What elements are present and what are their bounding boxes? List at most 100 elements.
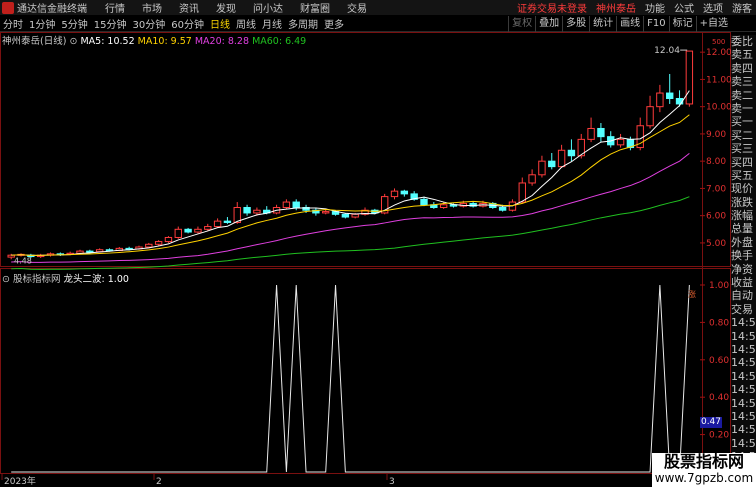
side-panel-item-29: 14:5: [731, 423, 756, 437]
side-panel-item-24: 14:5: [731, 356, 756, 370]
candle-body: [213, 220, 222, 228]
date-label: 2023年: [4, 475, 36, 487]
candle-body: [557, 149, 566, 168]
ma60-value: MA60: 6.49: [252, 36, 307, 47]
candle-body: [646, 106, 654, 127]
candle-body: [243, 207, 251, 214]
ma60-line: [11, 196, 690, 270]
high-price-label: 12.04: [654, 46, 680, 56]
candle-body: [675, 98, 684, 105]
indicator-line: [11, 284, 690, 473]
watermark-title: 股票指标网: [663, 452, 744, 471]
price-tick-label: 9.00: [706, 130, 726, 140]
candle-body: [498, 207, 507, 211]
main-chart-info: 神州泰岳(日线) ⊙ MA5: 10.52 MA10: 9.57 MA20: 8…: [2, 33, 306, 47]
candle-body: [223, 220, 232, 223]
indicator-frame: [0, 268, 731, 474]
side-panel-item-7: 买二: [731, 128, 753, 142]
side-panel-item-15: 外盘: [731, 235, 753, 249]
quote-side-panel: 委比 卖五 卖四 卖三 卖二 卖一 买一 买二 买三 买四 买五 现价 涨跌 涨幅 总量 外盘 换手 净资 收益 自动…: [731, 35, 756, 477]
side-panel-item-25: 14:5: [731, 369, 756, 383]
candle-body: [538, 160, 546, 176]
side-panel-item-4: 卖二: [731, 88, 753, 102]
candle-body: [184, 228, 192, 233]
indicator-tick-label: 0.20: [709, 431, 729, 441]
side-panel-item-26: 14:5: [731, 383, 756, 397]
indicator-tick-label: 0.60: [709, 356, 729, 366]
side-panel-item-13: 涨幅: [731, 209, 753, 223]
indicator-tick-label: 0.40: [709, 393, 729, 403]
price-tick-label: 7.00: [706, 184, 726, 194]
side-panel-item-14: 总量: [731, 222, 753, 236]
side-panel-item-28: 14:5: [731, 409, 756, 423]
side-panel-item-1: 卖五: [731, 48, 753, 62]
candle-body: [86, 250, 94, 253]
side-panel-item-21: 14:5: [731, 316, 756, 330]
watermark-url: www.7gpzb.com: [654, 471, 754, 485]
price-tick-label: 8.00: [706, 157, 726, 167]
side-panel-item-16: 换手: [731, 249, 753, 263]
indicator-info: ⊙ 股标指标网 龙头二波: 1.00: [2, 271, 129, 285]
price-tick-label: 12.00: [706, 48, 732, 58]
side-panel-item-5: 卖一: [731, 101, 753, 115]
indicator-source: 股标指标网: [13, 274, 61, 285]
candle-body: [400, 190, 409, 195]
price-tick-label: 10.00: [706, 103, 732, 113]
candle-body: [597, 127, 605, 138]
candle-body: [204, 226, 212, 230]
stock-period-label: 神州泰岳(日线): [2, 36, 67, 47]
candle-body: [528, 174, 536, 184]
candle-body: [194, 228, 202, 233]
kline-chart[interactable]: 12.00 11.00 10.00 9.00 8.00 7.00 6.00 5.00 500 12…: [0, 0, 756, 487]
ma5-line: [11, 90, 690, 256]
candle-body: [341, 213, 350, 218]
candle-body: [154, 241, 163, 245]
indicator-current-value: 0.47: [700, 417, 722, 428]
date-label: 2: [156, 477, 162, 487]
candle-body: [616, 138, 625, 146]
candle-body: [685, 50, 694, 105]
side-panel-item-0: 委比: [731, 35, 753, 48]
side-panel-item-23: 14:5: [731, 342, 756, 356]
candle-body: [282, 201, 291, 209]
low-price-label: 4.48: [14, 256, 32, 265]
candle-body: [548, 160, 556, 168]
indicator-tick-label: 1.00: [709, 281, 729, 291]
candle-body: [351, 213, 359, 218]
limit-up-flag: 涨: [688, 290, 696, 299]
price-tick-label: 6.00: [706, 212, 726, 222]
side-panel-item-19: 自动: [731, 289, 753, 303]
candle-body: [292, 201, 300, 209]
side-panel-item-8: 买三: [731, 142, 753, 156]
indicator-formula: 龙头二波: 1.00: [63, 274, 129, 285]
side-panel-item-12: 涨跌: [731, 195, 753, 209]
indicator-tick-label: 0.80: [709, 318, 729, 328]
candle-body: [145, 243, 153, 248]
ma10-value: MA10: 9.57: [137, 36, 192, 47]
candle-body: [322, 211, 330, 214]
side-panel-item-9: 买四: [731, 155, 753, 169]
price-tick-label: 5.00: [706, 239, 726, 249]
ma5-value: MA5: 10.52: [80, 36, 135, 47]
side-panel-item-22: 14:5: [731, 329, 756, 343]
candle-body: [656, 92, 664, 108]
side-panel-item-3: 卖三: [731, 75, 753, 89]
side-panel-item-2: 卖四: [731, 61, 753, 75]
side-panel-item-30: 14:5: [731, 436, 756, 450]
side-panel-item-6: 买一: [731, 115, 753, 129]
info-dot-icon: ⊙: [2, 274, 10, 285]
side-panel-item-10: 买五: [731, 168, 753, 182]
candle-body: [518, 182, 526, 203]
candle-body: [174, 228, 182, 238]
candle-body: [164, 236, 173, 243]
candle-body: [253, 209, 261, 214]
side-panel-item-27: 14:5: [731, 396, 756, 410]
watermark: 股票指标网 www.7gpzb.com: [652, 453, 756, 487]
candle-body: [666, 92, 674, 100]
candle-body: [390, 190, 399, 198]
side-panel-item-20: 交易: [731, 302, 753, 316]
candle-body: [420, 198, 428, 206]
candle-body: [567, 149, 576, 157]
date-label: 3: [389, 477, 395, 487]
candle-body: [439, 204, 448, 208]
